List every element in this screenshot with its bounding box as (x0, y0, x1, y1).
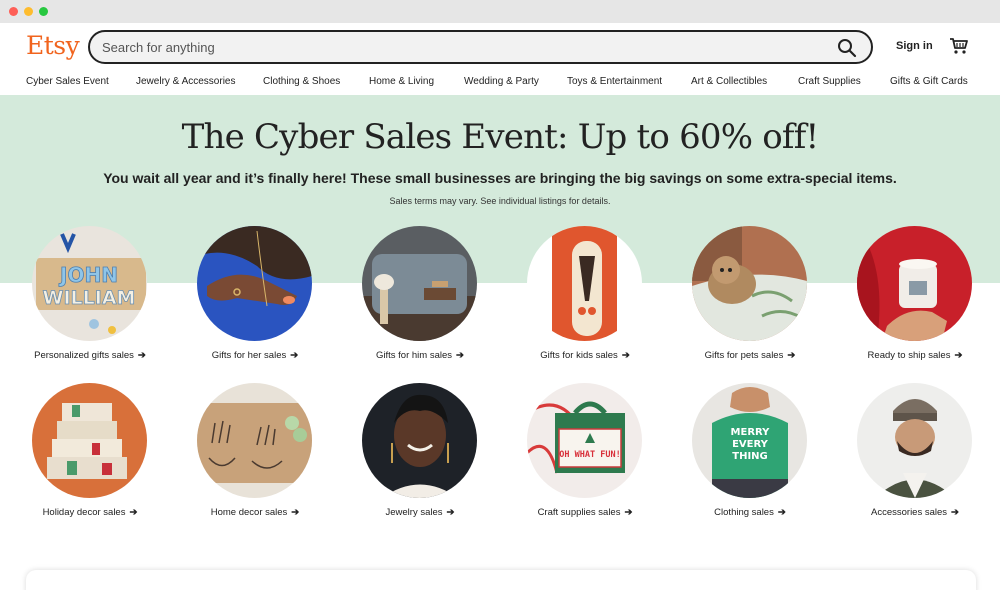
category-label: Jewelry sales ➔ (385, 507, 455, 518)
category-label: Craft supplies sales ➔ (537, 507, 633, 518)
category-card-gifts-for-her[interactable]: Gifts for her sales ➔ (175, 226, 335, 366)
category-image-personalized-gifts: JOHN WILLIAM (32, 226, 147, 341)
category-image-gifts-for-kids (527, 226, 642, 341)
category-card-gifts-for-kids[interactable]: Gifts for kids sales ➔ (505, 226, 665, 366)
category-card-gifts-for-him[interactable]: Gifts for him sales ➔ (340, 226, 500, 366)
category-nav: Cyber Sales Event Jewelry & Accessories … (0, 73, 1000, 95)
cart-icon[interactable] (949, 37, 969, 55)
category-image-jewelry (362, 383, 477, 498)
arrow-right-icon: ➔ (954, 350, 963, 361)
arrow-right-icon: ➔ (621, 350, 630, 361)
box-label-text: OH WHAT FUN! (559, 450, 620, 460)
maximize-window-button[interactable] (39, 7, 48, 16)
category-card-holiday-decor[interactable]: Holiday decor sales ➔ (10, 383, 170, 523)
nav-item-clothing-shoes[interactable]: Clothing & Shoes (263, 76, 340, 87)
category-label: Clothing sales ➔ (714, 507, 786, 518)
category-image-gifts-for-pets (692, 226, 807, 341)
nav-item-toys-entertainment[interactable]: Toys & Entertainment (567, 76, 662, 87)
arrow-right-icon: ➔ (290, 350, 299, 361)
category-image-ready-to-ship (857, 226, 972, 341)
name-puzzle-line-2: WILLIAM (43, 287, 136, 309)
arrow-right-icon: ➔ (951, 507, 959, 518)
search-icon[interactable] (837, 38, 857, 58)
category-label: Gifts for pets sales ➔ (704, 350, 796, 361)
category-image-gifts-for-him (362, 226, 477, 341)
category-card-clothing[interactable]: MERRY EVERY THING Clothing sales ➔ (670, 383, 830, 523)
nav-item-home-living[interactable]: Home & Living (369, 76, 434, 87)
category-card-accessories[interactable]: Accessories sales ➔ (835, 383, 995, 523)
nav-item-art-collectibles[interactable]: Art & Collectibles (691, 76, 767, 87)
close-window-button[interactable] (9, 7, 18, 16)
browser-title-bar (0, 0, 1000, 23)
arrow-right-icon: ➔ (624, 507, 633, 518)
category-card-ready-to-ship[interactable]: Ready to ship sales ➔ (835, 226, 995, 366)
category-card-craft-supplies[interactable]: OH WHAT FUN! Craft supplies sales ➔ (505, 383, 665, 523)
shirt-text-line-1: MERRY (731, 427, 771, 438)
name-puzzle-line-1: JOHN (58, 263, 118, 287)
shirt-text-line-3: THING (732, 451, 768, 462)
category-card-jewelry[interactable]: Jewelry sales ➔ (340, 383, 500, 523)
site-header: Etsy Sign in (0, 23, 1000, 73)
hero-title: The Cyber Sales Event: Up to 60% off! (181, 117, 820, 157)
nav-item-craft-supplies[interactable]: Craft Supplies (798, 76, 861, 87)
search-bar (88, 30, 873, 64)
arrow-right-icon: ➔ (777, 507, 786, 518)
nav-item-wedding-party[interactable]: Wedding & Party (464, 76, 539, 87)
sign-in-link[interactable]: Sign in (896, 40, 933, 52)
etsy-logo[interactable]: Etsy (26, 31, 80, 60)
arrow-right-icon: ➔ (137, 350, 146, 361)
category-label: Home decor sales ➔ (210, 507, 300, 518)
category-image-holiday-decor (32, 383, 147, 498)
arrow-right-icon: ➔ (291, 507, 300, 518)
category-image-home-decor (197, 383, 312, 498)
hero-terms-note: Sales terms may vary. See individual lis… (389, 196, 611, 206)
category-image-craft-supplies: OH WHAT FUN! (527, 383, 642, 498)
category-label: Gifts for her sales ➔ (211, 350, 299, 361)
category-label: Gifts for kids sales ➔ (540, 350, 630, 361)
shirt-text-line-2: EVERY (732, 439, 769, 450)
category-label: Personalized gifts sales ➔ (34, 350, 146, 361)
nav-item-jewelry-accessories[interactable]: Jewelry & Accessories (136, 76, 235, 87)
category-image-gifts-for-her (197, 226, 312, 341)
category-label: Holiday decor sales ➔ (42, 507, 138, 518)
category-label: Ready to ship sales ➔ (867, 350, 963, 361)
arrow-right-icon: ➔ (456, 350, 464, 361)
arrow-right-icon: ➔ (446, 507, 455, 518)
nav-item-gifts-gift-cards[interactable]: Gifts & Gift Cards (890, 76, 968, 87)
category-label: Gifts for him sales ➔ (376, 350, 464, 361)
category-image-accessories (857, 383, 972, 498)
category-card-gifts-for-pets[interactable]: Gifts for pets sales ➔ (670, 226, 830, 366)
arrow-right-icon: ➔ (129, 507, 138, 518)
arrow-right-icon: ➔ (787, 350, 796, 361)
category-card-home-decor[interactable]: Home decor sales ➔ (175, 383, 335, 523)
category-card-personalized-gifts[interactable]: JOHN WILLIAM Personalized gifts sales ➔ (10, 226, 170, 366)
category-label: Accessories sales ➔ (871, 507, 959, 518)
content-card (26, 570, 976, 590)
minimize-window-button[interactable] (24, 7, 33, 16)
hero-subtitle: You wait all year and it’s finally here!… (103, 170, 897, 186)
nav-item-cyber-sales-event[interactable]: Cyber Sales Event (26, 76, 109, 87)
search-input[interactable] (102, 38, 822, 56)
category-image-clothing: MERRY EVERY THING (692, 383, 807, 498)
